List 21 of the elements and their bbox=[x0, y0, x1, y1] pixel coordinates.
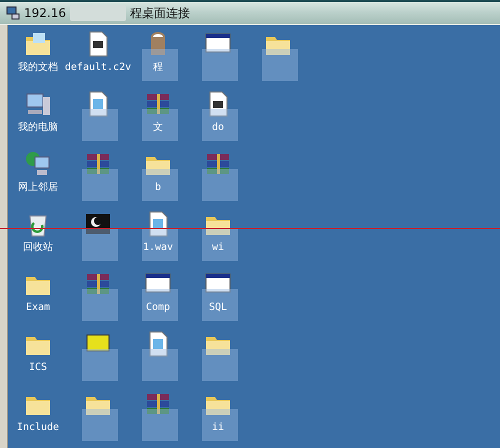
icon-label[interactable]: 文 bbox=[153, 121, 163, 134]
icon-label[interactable]: wi bbox=[212, 241, 224, 254]
icon-label[interactable]: 我的电脑 bbox=[18, 121, 58, 134]
icon-label[interactable]: 网上邻居 bbox=[18, 181, 58, 194]
icon-label[interactable]: do bbox=[212, 121, 224, 134]
icon-label[interactable]: 回收站 bbox=[23, 241, 53, 254]
blurred-patch bbox=[70, 5, 126, 21]
icon-label[interactable]: ii bbox=[212, 421, 224, 434]
icon-label[interactable]: 1.wav bbox=[142, 241, 174, 254]
icon-label[interactable]: Exam bbox=[26, 301, 50, 314]
icon-label[interactable]: Comp bbox=[146, 301, 170, 314]
icon-label[interactable]: SQL bbox=[208, 301, 228, 314]
icon-label[interactable]: 程 bbox=[153, 61, 163, 74]
icon-label[interactable]: b bbox=[154, 181, 162, 194]
window-title: 192.16 bbox=[24, 6, 66, 20]
icon-label[interactable]: 我的文档 bbox=[18, 61, 58, 74]
icon-label[interactable]: default.c2v bbox=[64, 61, 132, 74]
icon-label[interactable]: ICS bbox=[28, 361, 48, 374]
icon-label[interactable]: Include bbox=[16, 421, 60, 434]
remote-desktop-icon bbox=[6, 6, 20, 20]
window-title: 程桌面连接 bbox=[130, 4, 190, 22]
